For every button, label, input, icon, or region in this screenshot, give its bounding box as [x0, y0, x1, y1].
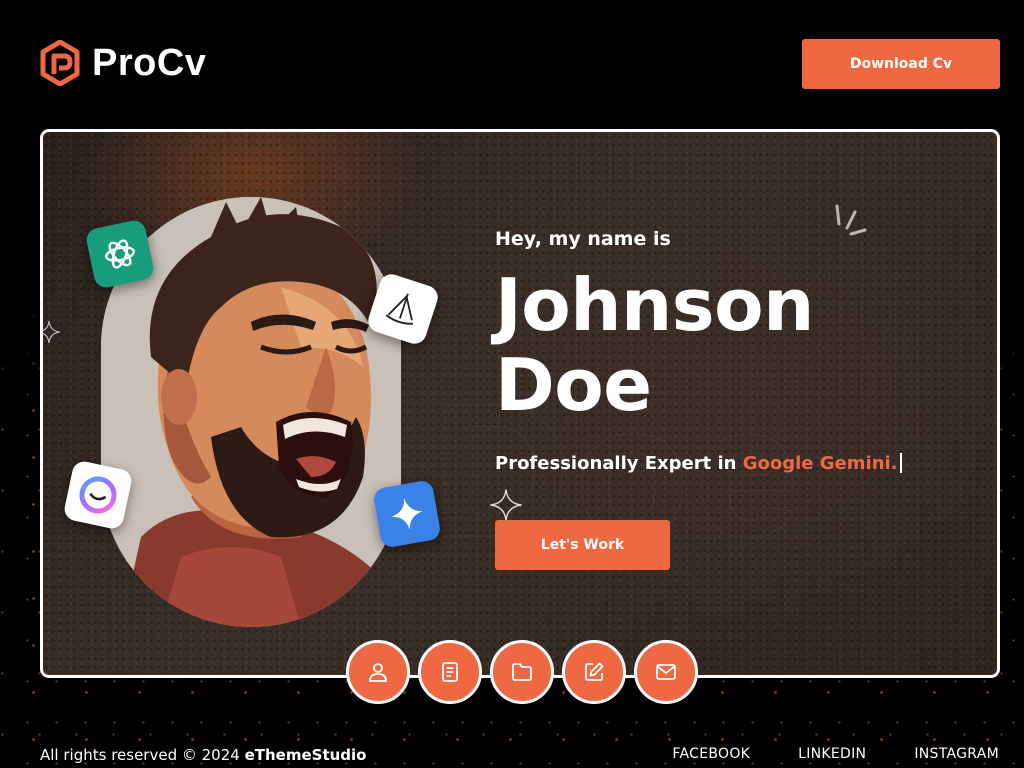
copyright-prefix: All rights reserved © 2024 — [40, 746, 245, 764]
instagram-link[interactable]: INSTAGRAM — [914, 746, 999, 762]
edit-icon — [585, 662, 604, 681]
tagline-prefix: Professionally Expert in — [495, 453, 743, 474]
nav-resume-button[interactable] — [418, 640, 482, 704]
nav-contact-button[interactable] — [634, 640, 698, 704]
facebook-link[interactable]: FACEBOOK — [672, 746, 750, 762]
hero-name: Johnson Doe — [495, 265, 814, 425]
tagline-highlight: Google Gemini. — [742, 453, 898, 474]
procv-logo-icon — [40, 40, 80, 86]
mail-icon — [656, 664, 676, 680]
folder-icon — [512, 663, 532, 681]
hero-tagline: Professionally Expert in Google Gemini. — [495, 453, 902, 474]
nav-portfolio-button[interactable] — [490, 640, 554, 704]
nav-blog-button[interactable] — [562, 640, 626, 704]
lets-work-button[interactable]: Let's Work — [495, 520, 670, 570]
typing-cursor — [899, 453, 902, 473]
section-nav — [346, 640, 698, 704]
sparkle-icon — [489, 488, 523, 522]
linkedin-link[interactable]: LINKEDIN — [798, 746, 866, 762]
copyright-owner[interactable]: eThemeStudio — [245, 746, 367, 764]
download-cv-button[interactable]: Download Cv — [802, 39, 1000, 89]
copyright-text: All rights reserved © 2024 eThemeStudio — [40, 746, 366, 764]
spark-lines-icon — [833, 202, 869, 242]
gemini-star-icon — [372, 479, 442, 549]
hero-last-name: Doe — [495, 343, 652, 427]
document-icon — [442, 662, 458, 682]
smile-app-icon — [62, 459, 134, 531]
hero-greeting: Hey, my name is — [495, 228, 671, 250]
hero-card: Doe Hey, my name is Johnson Doe Professi… — [40, 129, 1000, 678]
hero-first-name: Johnson — [495, 263, 814, 347]
brand-name: ProCv — [92, 42, 207, 84]
sparkle-icon — [43, 320, 61, 344]
social-links: FACEBOOK LINKEDIN INSTAGRAM — [672, 746, 999, 762]
brand-logo[interactable]: ProCv — [40, 40, 206, 86]
nav-about-button[interactable] — [346, 640, 410, 704]
user-icon — [369, 663, 387, 682]
chatgpt-icon — [84, 218, 156, 290]
